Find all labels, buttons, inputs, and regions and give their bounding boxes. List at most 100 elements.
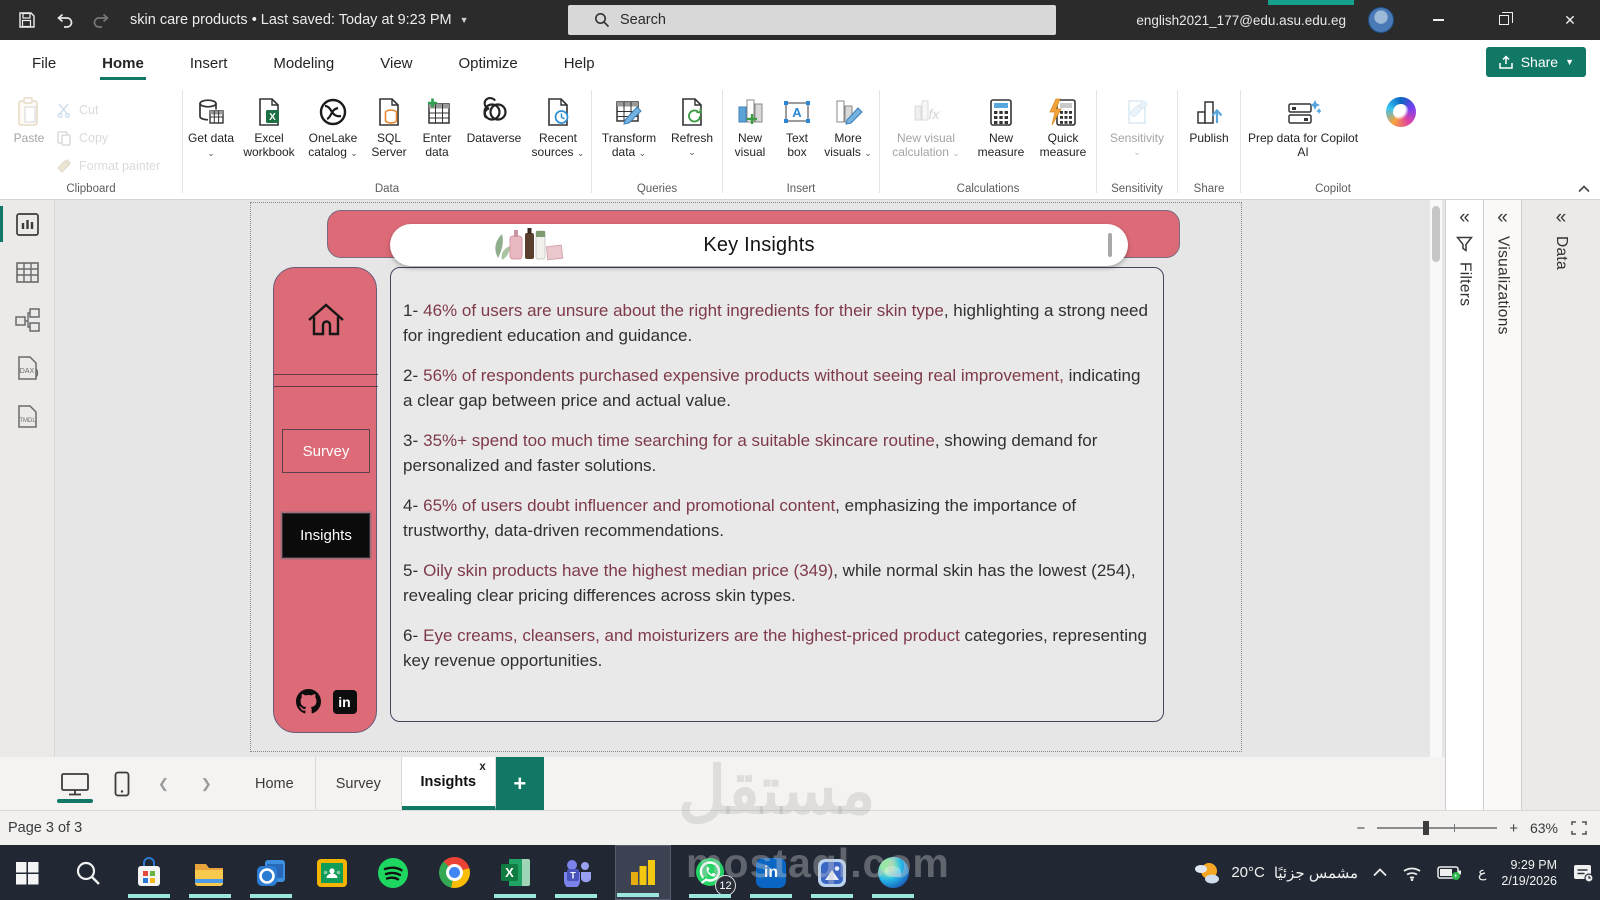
undo-icon[interactable]: [54, 11, 74, 29]
insights-nav-button[interactable]: Insights: [282, 513, 370, 558]
insights-header-pill[interactable]: Key Insights: [390, 224, 1128, 266]
mobile-layout-button[interactable]: [114, 757, 130, 810]
dropdown-chevron-icon: ⌄: [638, 147, 647, 158]
dax-query-view-button[interactable]: DAX: [0, 344, 55, 392]
search-input[interactable]: Search: [568, 5, 1056, 35]
account-avatar[interactable]: [1368, 7, 1394, 33]
desktop-layout-button[interactable]: [57, 757, 93, 810]
text-box-button[interactable]: A Text box: [775, 90, 819, 161]
linkedin-icon[interactable]: in: [332, 689, 357, 714]
save-icon[interactable]: [18, 11, 36, 29]
excel-icon[interactable]: X: [493, 845, 537, 900]
new-measure-button[interactable]: New measure: [970, 90, 1032, 161]
photos-icon[interactable]: [810, 845, 854, 900]
sql-server-icon: [374, 92, 404, 132]
quick-measure-button[interactable]: Quick measure: [1032, 90, 1094, 161]
expand-data-icon[interactable]: «: [1556, 208, 1567, 227]
home-nav-button[interactable]: [274, 298, 378, 342]
minimize-button[interactable]: [1416, 0, 1460, 40]
close-tab-icon[interactable]: x: [479, 761, 485, 773]
insights-text-box[interactable]: 1- 46% of users are unsure about the righ…: [390, 267, 1164, 722]
data-panel-collapsed[interactable]: « Data: [1521, 200, 1600, 810]
zoom-in-button[interactable]: +: [1509, 820, 1518, 837]
tab-insights[interactable]: Insights x: [401, 757, 496, 810]
table-view-button[interactable]: [0, 248, 55, 296]
filters-panel-collapsed[interactable]: « Filters: [1445, 200, 1483, 810]
github-icon[interactable]: [295, 689, 321, 714]
expand-visualizations-icon[interactable]: «: [1497, 208, 1508, 227]
enter-data-button[interactable]: Enter data: [413, 90, 461, 161]
menu-modeling[interactable]: Modeling: [271, 45, 336, 80]
tab-home[interactable]: Home: [234, 757, 316, 810]
transform-data-button[interactable]: Transform data ⌄: [594, 90, 664, 162]
visualizations-panel-collapsed[interactable]: « Visualizations: [1483, 200, 1521, 810]
dataverse-icon: [478, 92, 510, 132]
copilot-logo-button[interactable]: [1379, 90, 1423, 134]
cut-button: Cut: [56, 96, 160, 124]
new-visual-button[interactable]: New visual: [725, 90, 775, 161]
sensitivity-icon: [1122, 92, 1152, 132]
zoom-slider[interactable]: [1377, 821, 1498, 835]
keyboard-language-indicator[interactable]: ع: [1478, 864, 1486, 881]
menu-insert[interactable]: Insert: [188, 45, 230, 80]
menu-view[interactable]: View: [378, 45, 414, 80]
onelake-catalog-button[interactable]: OneLake catalog ⌄: [301, 90, 365, 162]
model-view-button[interactable]: [0, 296, 55, 344]
redo-icon[interactable]: [92, 11, 112, 29]
microsoft-store-icon[interactable]: [127, 845, 171, 900]
format-painter-button: Format painter: [56, 152, 160, 180]
fit-to-page-button[interactable]: [1570, 820, 1588, 836]
document-title[interactable]: skin care products • Last saved: Today a…: [130, 12, 469, 28]
restore-button[interactable]: [1482, 0, 1526, 40]
new-visual-calculation-icon: fx: [910, 92, 942, 132]
excel-workbook-button[interactable]: X Excel workbook: [237, 90, 301, 161]
close-button[interactable]: ✕: [1548, 0, 1592, 40]
notification-center-icon[interactable]: [1572, 863, 1594, 883]
add-page-button[interactable]: +: [495, 757, 544, 810]
next-page-arrow[interactable]: ❯: [197, 776, 216, 792]
file-explorer-icon[interactable]: [188, 845, 232, 900]
start-button[interactable]: [5, 845, 49, 900]
taskbar-search-button[interactable]: [66, 845, 110, 900]
sql-server-button[interactable]: SQL Server: [365, 90, 413, 161]
prep-data-copilot-button[interactable]: Prep data for Copilot AI: [1243, 90, 1363, 161]
menu-home[interactable]: Home: [100, 45, 146, 80]
share-button[interactable]: Share ▼: [1485, 47, 1586, 77]
survey-nav-button[interactable]: Survey: [282, 429, 370, 473]
whatsapp-icon[interactable]: 12: [688, 845, 736, 900]
power-bi-icon[interactable]: [615, 845, 671, 900]
menu-file[interactable]: File: [30, 45, 58, 80]
expand-filters-icon[interactable]: «: [1459, 208, 1470, 227]
tmdl-view-button[interactable]: TMDL: [0, 392, 55, 440]
account-email[interactable]: english2021_177@edu.asu.edu.eg: [1136, 13, 1346, 28]
refresh-button[interactable]: Refresh ⌄: [664, 90, 720, 161]
ribbon-collapse-button[interactable]: [1578, 185, 1590, 193]
tab-survey[interactable]: Survey: [316, 757, 402, 810]
clock[interactable]: 9:29 PM 2/19/2026: [1501, 857, 1557, 889]
edge-icon[interactable]: [871, 845, 915, 900]
recent-sources-button[interactable]: Recent sources ⌄: [527, 90, 589, 162]
publish-button[interactable]: Publish: [1180, 90, 1238, 148]
outlook-icon[interactable]: [249, 845, 293, 900]
battery-icon[interactable]: [1437, 865, 1463, 880]
report-canvas[interactable]: Key Insights Survey Insights in 1- 46% of…: [55, 200, 1445, 757]
zoom-out-button[interactable]: −: [1356, 820, 1365, 837]
spotify-icon[interactable]: [371, 845, 415, 900]
canvas-scrollbar[interactable]: [1430, 200, 1442, 757]
zoom-slider-handle[interactable]: [1422, 821, 1429, 835]
paste-button: Paste: [2, 90, 56, 183]
linkedin-icon-taskbar[interactable]: in: [749, 845, 793, 900]
google-classroom-icon[interactable]: [310, 845, 354, 900]
menu-optimize[interactable]: Optimize: [457, 45, 520, 80]
chrome-icon[interactable]: [432, 845, 476, 900]
prev-page-arrow[interactable]: ❮: [154, 776, 173, 792]
dataverse-button[interactable]: Dataverse: [461, 90, 527, 148]
more-visuals-button[interactable]: More visuals ⌄: [819, 90, 877, 162]
weather-widget[interactable]: 20°C مشمس جزئيًا: [1192, 860, 1358, 886]
teams-icon[interactable]: T: [554, 845, 598, 900]
get-data-button[interactable]: Get data ⌄: [185, 90, 237, 162]
menu-help[interactable]: Help: [562, 45, 597, 80]
report-view-button[interactable]: [0, 200, 55, 248]
tray-chevron-up-icon[interactable]: [1373, 868, 1387, 877]
wifi-icon[interactable]: [1402, 865, 1422, 881]
